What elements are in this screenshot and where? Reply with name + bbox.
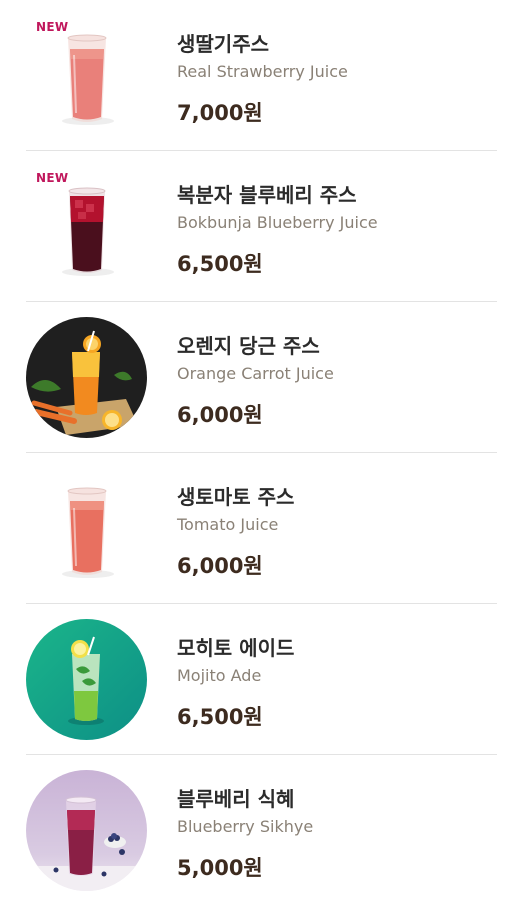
item-name-english: Real Strawberry Juice xyxy=(177,62,348,81)
menu-list: NEW 생딸기주스 Real Strawberry Juice 7,000원 N… xyxy=(0,0,513,906)
item-name-english: Bokbunja Blueberry Juice xyxy=(177,213,378,232)
item-name-english: Blueberry Sikhye xyxy=(177,817,314,836)
item-info: 모히토 에이드 Mojito Ade 6,500원 xyxy=(177,635,294,730)
item-name-korean: 모히토 에이드 xyxy=(177,636,295,660)
item-info: 오렌지 당근 주스 Orange Carrot Juice 6,000원 xyxy=(177,333,334,428)
item-info: 생토마토 주스 Tomato Juice 6,000원 xyxy=(177,484,294,579)
mojito-ade-image xyxy=(26,619,147,740)
tomato-juice-image xyxy=(26,468,147,589)
item-name-korean: 오렌지 당근 주스 xyxy=(177,334,320,358)
item-info: 생딸기주스 Real Strawberry Juice 7,000원 xyxy=(177,31,348,126)
item-price: 6,000원 xyxy=(177,403,263,427)
item-price: 5,000원 xyxy=(177,856,263,880)
menu-item-orange-carrot-juice[interactable]: 오렌지 당근 주스 Orange Carrot Juice 6,000원 xyxy=(26,302,497,453)
menu-item-bokbunja-blueberry-juice[interactable]: NEW 복분자 블루베리 주스 Bokbunja Blueberry Juice… xyxy=(26,151,497,302)
item-name-korean: 복분자 블루베리 주스 xyxy=(177,183,357,207)
item-name-korean: 생토마토 주스 xyxy=(177,485,295,509)
item-info: 복분자 블루베리 주스 Bokbunja Blueberry Juice 6,5… xyxy=(177,182,378,277)
item-name-english: Mojito Ade xyxy=(177,666,262,685)
new-badge: NEW xyxy=(36,20,69,34)
item-name-english: Orange Carrot Juice xyxy=(177,364,334,383)
item-info: 블루베리 식혜 Blueberry Sikhye 5,000원 xyxy=(177,786,313,881)
new-badge: NEW xyxy=(36,171,69,185)
item-name-korean: 생딸기주스 xyxy=(177,32,269,56)
item-price: 6,000원 xyxy=(177,554,263,578)
blueberry-sikhye-image xyxy=(26,770,147,891)
item-price: 6,500원 xyxy=(177,252,263,276)
item-name-english: Tomato Juice xyxy=(177,515,279,534)
menu-item-strawberry-juice[interactable]: NEW 생딸기주스 Real Strawberry Juice 7,000원 xyxy=(26,0,497,151)
orange-carrot-juice-image xyxy=(26,317,147,438)
menu-item-mojito-ade[interactable]: 모히토 에이드 Mojito Ade 6,500원 xyxy=(26,604,497,755)
item-price: 7,000원 xyxy=(177,101,263,125)
item-price: 6,500원 xyxy=(177,705,263,729)
menu-item-blueberry-sikhye[interactable]: 블루베리 식혜 Blueberry Sikhye 5,000원 xyxy=(26,755,497,906)
menu-item-tomato-juice[interactable]: 생토마토 주스 Tomato Juice 6,000원 xyxy=(26,453,497,604)
item-name-korean: 블루베리 식혜 xyxy=(177,787,295,811)
